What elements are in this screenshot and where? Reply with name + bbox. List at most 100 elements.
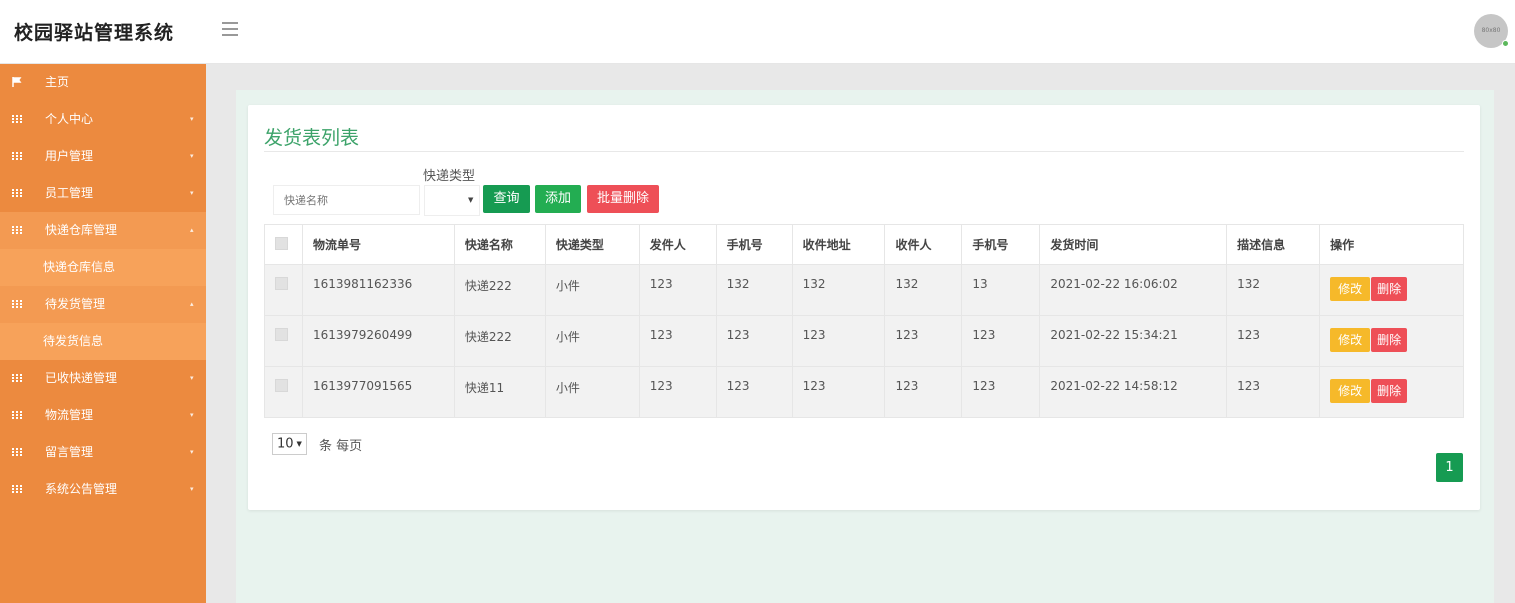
page-size-value: 10 <box>277 436 294 452</box>
table-cell: 123 <box>638 366 717 418</box>
grid-icon <box>12 152 22 160</box>
sidebar-subitem-warehouse-info[interactable]: 快递仓库信息 <box>0 249 206 286</box>
column-header: 手机号 <box>715 224 793 265</box>
chevron-down-icon: ▾ <box>190 189 194 197</box>
actions-cell: 修改 删除 <box>1319 315 1464 367</box>
sidebar-item-personal-center[interactable]: 个人中心 ▾ <box>0 101 206 138</box>
row-select-cell <box>264 264 303 316</box>
grid-icon <box>12 374 22 382</box>
table-cell: 小件 <box>544 315 640 367</box>
page-button-current[interactable]: 1 <box>1436 453 1463 482</box>
grid-icon <box>12 411 22 419</box>
select-all-cell <box>264 224 303 265</box>
sidebar-item-label: 主页 <box>45 75 70 89</box>
row-select-cell <box>264 315 303 367</box>
actions-cell: 修改 删除 <box>1319 264 1464 316</box>
add-button[interactable]: 添加 <box>535 185 581 213</box>
sidebar-item-received-management[interactable]: 已收快递管理 ▾ <box>0 360 206 397</box>
table-header-row: 物流单号 快递名称 快递类型 发件人 手机号 收件地址 收件人 手机号 发货时间… <box>264 224 1464 265</box>
sidebar-item-label: 待发货管理 <box>45 297 106 311</box>
table-cell: 123 <box>961 366 1041 418</box>
table-cell: 123 <box>638 315 717 367</box>
table-cell: 快递222 <box>453 264 546 316</box>
sidebar-item-announcement-management[interactable]: 系统公告管理 ▾ <box>0 471 206 508</box>
sidebar-item-warehouse-management[interactable]: 快递仓库管理 ▴ <box>0 212 206 249</box>
batch-delete-button[interactable]: 批量删除 <box>587 185 659 213</box>
sidebar-item-label: 系统公告管理 <box>45 482 118 496</box>
divider <box>264 151 1464 152</box>
row-checkbox[interactable] <box>275 328 288 341</box>
sidebar-item-message-management[interactable]: 留言管理 ▾ <box>0 434 206 471</box>
delete-button[interactable]: 删除 <box>1371 328 1408 352</box>
search-name-input[interactable] <box>273 185 420 215</box>
chevron-up-icon: ▴ <box>190 300 194 308</box>
search-button[interactable]: 查询 <box>483 185 530 213</box>
menu-toggle-icon[interactable] <box>222 22 238 36</box>
edit-button[interactable]: 修改 <box>1330 277 1371 301</box>
delete-button[interactable]: 删除 <box>1371 277 1408 301</box>
shipment-table: 物流单号 快递名称 快递类型 发件人 手机号 收件地址 收件人 手机号 发货时间… <box>264 224 1464 418</box>
app-title: 校园驿站管理系统 <box>14 22 175 44</box>
table-cell: 2021-02-22 15:34:21 <box>1039 315 1228 367</box>
actions-cell: 修改 删除 <box>1319 366 1464 418</box>
sidebar-subitem-pending-info[interactable]: 待发货信息 <box>0 323 206 360</box>
grid-icon <box>12 115 22 123</box>
table-cell: 132 <box>715 264 793 316</box>
column-header: 手机号 <box>961 224 1041 265</box>
sidebar-item-home[interactable]: 主页 <box>0 64 206 101</box>
row-select-cell <box>264 366 303 418</box>
chevron-down-icon: ▼ <box>468 196 474 204</box>
table-cell: 123 <box>791 315 886 367</box>
page-title: 发货表列表 <box>264 127 360 149</box>
sidebar-item-label: 员工管理 <box>45 186 94 200</box>
table-row: 1613981162336 快递222 小件 123 132 132 132 1… <box>264 264 1464 316</box>
table-cell: 123 <box>638 264 717 316</box>
sidebar-item-pending-shipment[interactable]: 待发货管理 ▴ <box>0 286 206 323</box>
table-cell: 123 <box>791 366 886 418</box>
grid-icon <box>12 448 22 456</box>
chevron-down-icon: ▾ <box>190 411 194 419</box>
table-cell: 123 <box>1226 315 1321 367</box>
table-cell: 快递11 <box>453 366 546 418</box>
sidebar-item-label: 物流管理 <box>45 408 94 422</box>
edit-button[interactable]: 修改 <box>1330 328 1371 352</box>
sidebar-item-label: 留言管理 <box>45 445 94 459</box>
row-checkbox[interactable] <box>275 277 288 290</box>
column-header: 发货时间 <box>1039 224 1228 265</box>
table-cell: 123 <box>961 315 1041 367</box>
chevron-up-icon: ▴ <box>190 226 194 234</box>
table-cell: 13 <box>961 264 1041 316</box>
chevron-down-icon: ▾ <box>190 115 194 123</box>
row-checkbox[interactable] <box>275 379 288 392</box>
sidebar-item-logistics-management[interactable]: 物流管理 ▾ <box>0 397 206 434</box>
sidebar: 主页 个人中心 ▾ 用户管理 ▾ 员工管理 ▾ 快递仓库管理 ▴ 快递仓库信息 … <box>0 64 206 603</box>
table-cell: 快递222 <box>453 315 546 367</box>
table-cell: 123 <box>715 315 793 367</box>
grid-icon <box>12 300 22 308</box>
table-cell: 132 <box>1226 264 1321 316</box>
delete-button[interactable]: 删除 <box>1371 379 1408 403</box>
table-cell: 小件 <box>544 264 640 316</box>
column-header: 操作 <box>1319 224 1464 265</box>
sidebar-item-user-management[interactable]: 用户管理 ▾ <box>0 138 206 175</box>
select-all-checkbox[interactable] <box>275 236 288 250</box>
chevron-down-icon: ▾ <box>190 152 194 160</box>
sidebar-item-label: 快递仓库管理 <box>45 223 118 237</box>
edit-button[interactable]: 修改 <box>1330 379 1371 403</box>
column-header: 描述信息 <box>1226 224 1321 265</box>
table-cell: 2021-02-22 14:58:12 <box>1039 366 1228 418</box>
column-header: 发件人 <box>638 224 717 265</box>
page-size-select[interactable]: 10 ▼ <box>272 433 307 455</box>
table-cell: 小件 <box>544 366 640 418</box>
sidebar-item-staff-management[interactable]: 员工管理 ▾ <box>0 175 206 212</box>
table-cell: 123 <box>884 366 963 418</box>
table-cell: 1613981162336 <box>301 264 455 316</box>
table-cell: 123 <box>715 366 793 418</box>
list-card: 发货表列表 快递类型 ▼ 查询 添加 批量删除 物流单号 快递名称 快递类型 发… <box>248 105 1480 510</box>
type-select[interactable]: ▼ <box>424 185 480 216</box>
sidebar-item-label: 个人中心 <box>45 112 94 126</box>
top-header: 校园驿站管理系统 80x80 <box>0 0 1515 64</box>
page-size-label: 条 每页 <box>319 439 363 454</box>
sidebar-item-label: 用户管理 <box>45 149 94 163</box>
grid-icon <box>12 485 22 493</box>
